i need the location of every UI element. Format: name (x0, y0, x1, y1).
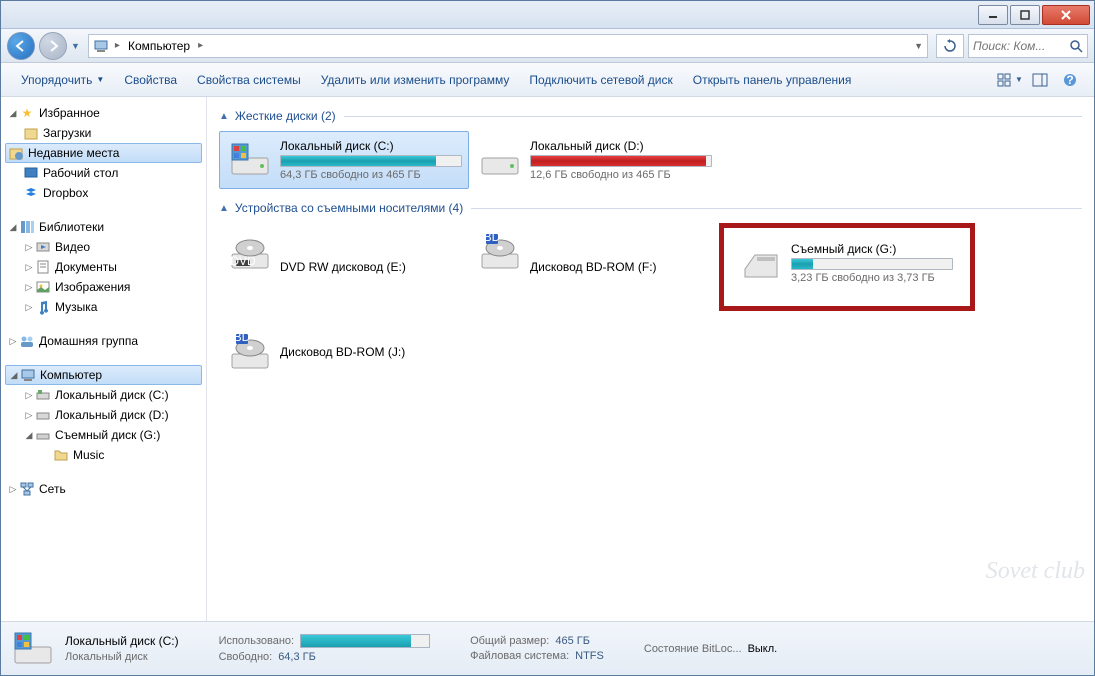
highlight-box: Съемный диск (G:) 3,23 ГБ свободно из 3,… (719, 223, 975, 311)
sidebar-item-recent[interactable]: Недавние места (5, 143, 202, 163)
system-properties-button[interactable]: Свойства системы (187, 69, 311, 91)
network-icon (19, 481, 35, 497)
sidebar-item-desktop[interactable]: Рабочий стол (1, 163, 206, 183)
sidebar-item-documents[interactable]: ▷Документы (1, 257, 206, 277)
drive-bd-f[interactable]: BD Дисковод BD-ROM (F:) (469, 223, 719, 311)
collapse-icon: ▲ (219, 111, 229, 122)
status-type: Локальный диск (65, 651, 179, 663)
svg-text:DVD: DVD (230, 254, 256, 268)
collapse-icon: ▲ (219, 203, 229, 214)
sidebar-item-video[interactable]: ▷Видео (1, 237, 206, 257)
dropbox-icon (23, 185, 39, 201)
refresh-button[interactable] (936, 34, 964, 58)
folder-icon (53, 447, 69, 463)
uninstall-button[interactable]: Удалить или изменить программу (311, 69, 520, 91)
organize-button[interactable]: Упорядочить ▼ (11, 69, 114, 91)
help-button[interactable]: ? (1056, 68, 1084, 92)
sidebar-item-disk-d[interactable]: ▷Локальный диск (D:) (1, 405, 206, 425)
back-button[interactable] (7, 32, 35, 60)
sidebar-item-images[interactable]: ▷Изображения (1, 277, 206, 297)
computer-icon (93, 38, 109, 54)
toolbar: Упорядочить ▼ Свойства Свойства системы … (1, 63, 1094, 97)
bd-drive-icon: BD (476, 228, 524, 276)
sidebar-libraries[interactable]: ◢Библиотеки (1, 217, 206, 237)
view-options-button[interactable]: ▼ (996, 68, 1024, 92)
sidebar-item-music-folder[interactable]: Music (1, 445, 206, 465)
chevron-right-icon[interactable]: ▸ (113, 40, 122, 51)
usage-bar (300, 634, 430, 648)
chevron-right-icon[interactable]: ▸ (196, 40, 205, 51)
breadcrumb-dropdown-icon[interactable]: ▼ (914, 41, 923, 51)
content-pane: ▲ Жесткие диски (2) Локальный диск (C:) … (207, 97, 1094, 621)
usage-bar (791, 258, 953, 270)
drive-icon (11, 627, 55, 671)
sidebar-computer[interactable]: ◢Компьютер (5, 365, 202, 385)
usage-bar (530, 155, 712, 167)
drive-d[interactable]: Локальный диск (D:) 12,6 ГБ свободно из … (469, 131, 719, 189)
search-icon (1069, 39, 1083, 53)
nav-bar: ▼ ▸ Компьютер ▸ ▼ (1, 29, 1094, 63)
drive-c[interactable]: Локальный диск (C:) 64,3 ГБ свободно из … (219, 131, 469, 189)
breadcrumb[interactable]: ▸ Компьютер ▸ ▼ (88, 34, 928, 58)
sidebar-item-music[interactable]: ▷Музыка (1, 297, 206, 317)
drive-g[interactable]: Съемный диск (G:) 3,23 ГБ свободно из 3,… (730, 234, 960, 292)
close-button[interactable] (1042, 5, 1090, 25)
maximize-button[interactable] (1010, 5, 1040, 25)
removable-drive-icon (35, 427, 51, 443)
documents-icon (35, 259, 51, 275)
usage-bar (280, 155, 462, 167)
downloads-icon (23, 125, 39, 141)
sidebar-item-disk-g[interactable]: ◢Съемный диск (G:) (1, 425, 206, 445)
search-input[interactable] (973, 39, 1069, 53)
control-panel-button[interactable]: Открыть панель управления (683, 69, 862, 91)
sidebar-favorites[interactable]: ◢★Избранное (1, 103, 206, 123)
window-controls (976, 5, 1090, 25)
sidebar-network[interactable]: ▷Сеть (1, 479, 206, 499)
video-icon (35, 239, 51, 255)
preview-pane-button[interactable] (1026, 68, 1054, 92)
status-bar: Локальный диск (C:) Локальный диск Испол… (1, 621, 1094, 675)
drive-icon (476, 136, 524, 184)
music-icon (35, 299, 51, 315)
computer-icon (20, 367, 36, 383)
sidebar-item-disk-c[interactable]: ▷Локальный диск (C:) (1, 385, 206, 405)
window-title: ​ (5, 9, 13, 21)
sidebar-item-downloads[interactable]: Загрузки (1, 123, 206, 143)
svg-text:BD: BD (484, 230, 501, 244)
homegroup-icon (19, 333, 35, 349)
star-icon: ★ (19, 105, 35, 121)
sidebar: ◢★Избранное Загрузки Недавние места Рабо… (1, 97, 207, 621)
properties-button[interactable]: Свойства (114, 69, 187, 91)
search-box[interactable] (968, 34, 1088, 58)
forward-button[interactable] (39, 32, 67, 60)
map-drive-button[interactable]: Подключить сетевой диск (519, 69, 682, 91)
status-name: Локальный диск (C:) (65, 634, 179, 648)
history-dropdown-icon[interactable]: ▼ (71, 41, 80, 51)
sidebar-homegroup[interactable]: ▷Домашняя группа (1, 331, 206, 351)
drive-icon (35, 407, 51, 423)
explorer-window: ​ ▼ ▸ Компьютер ▸ ▼ Упорядочить ▼ Свойст… (0, 0, 1095, 676)
images-icon (35, 279, 51, 295)
dvd-drive-icon: DVD (226, 228, 274, 276)
drive-bd-j[interactable]: BD Дисковод BD-ROM (J:) (219, 323, 469, 381)
titlebar: ​ (1, 1, 1094, 29)
removable-drive-icon (737, 239, 785, 287)
drive-icon (226, 136, 274, 184)
body: ◢★Избранное Загрузки Недавние места Рабо… (1, 97, 1094, 621)
group-removable[interactable]: ▲ Устройства со съемными носителями (4) (219, 201, 1082, 215)
group-hdd[interactable]: ▲ Жесткие диски (2) (219, 109, 1082, 123)
libraries-icon (19, 219, 35, 235)
drive-dvd-e[interactable]: DVD DVD RW дисковод (E:) (219, 223, 469, 311)
breadcrumb-segment[interactable]: Компьютер (122, 35, 196, 57)
svg-text:BD: BD (234, 330, 251, 344)
desktop-icon (23, 165, 39, 181)
sidebar-item-dropbox[interactable]: Dropbox (1, 183, 206, 203)
recent-icon (8, 145, 24, 161)
svg-text:?: ? (1066, 73, 1073, 87)
bd-drive-icon: BD (226, 328, 274, 376)
minimize-button[interactable] (978, 5, 1008, 25)
drive-icon (35, 387, 51, 403)
